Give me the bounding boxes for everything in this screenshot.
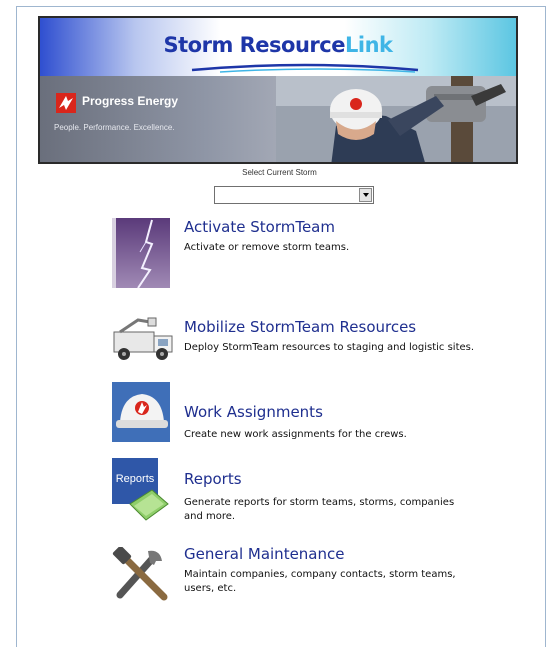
- banner-logo-strip: Storm ResourceLink: [40, 18, 516, 76]
- menu-title-reports[interactable]: Reports: [184, 470, 242, 488]
- menu-title-activate-stormteam[interactable]: Activate StormTeam: [184, 218, 335, 236]
- bucket-truck-icon: [113, 317, 173, 360]
- company-tagline: People. Performance. Excellence.: [54, 123, 175, 132]
- menu-desc-mobilize-resources: Deploy StormTeam resources to staging an…: [184, 342, 475, 353]
- menu-title-general-maintenance[interactable]: General Maintenance: [184, 545, 344, 563]
- company-name: Progress Energy: [82, 94, 179, 108]
- lineman-photo-icon: [276, 76, 516, 162]
- menu-title-work-assignments[interactable]: Work Assignments: [184, 403, 323, 421]
- storm-select-dropdown[interactable]: [214, 186, 374, 204]
- menu-title-mobilize-resources[interactable]: Mobilize StormTeam Resources: [184, 318, 416, 336]
- logo-swoosh-icon: [191, 63, 419, 73]
- menu-item-reports[interactable]: Reports Reports Generate reports for sto…: [112, 458, 532, 530]
- progress-energy-logo-icon: [56, 93, 76, 113]
- app-name-part2: Link: [344, 33, 393, 57]
- tools-icon: [112, 547, 168, 601]
- app-logo-title: Storm ResourceLink: [40, 33, 516, 57]
- storm-select-label: Select Current Storm: [242, 168, 317, 177]
- app-name-part1: Storm Resource: [163, 33, 346, 57]
- menu-desc-work-assignments: Create new work assignments for the crew…: [184, 429, 407, 440]
- banner-photo: Progress Energy People. Performance. Exc…: [40, 76, 516, 162]
- reports-icon: Reports: [112, 458, 169, 521]
- svg-text:Reports: Reports: [116, 473, 155, 485]
- menu-item-general-maintenance[interactable]: General Maintenance Maintain companies, …: [112, 545, 532, 615]
- hard-hat-icon: [112, 382, 170, 442]
- menu-item-work-assignments[interactable]: Work Assignments Create new work assignm…: [112, 382, 532, 448]
- menu-desc-general-maintenance: Maintain companies, company contacts, st…: [184, 569, 456, 594]
- menu-desc-reports: Generate reports for storm teams, storms…: [184, 497, 455, 522]
- lightning-icon: [112, 218, 170, 288]
- menu-item-mobilize-resources[interactable]: Mobilize StormTeam Resources Deploy Stor…: [112, 317, 532, 368]
- menu-item-activate-stormteam[interactable]: Activate StormTeam Activate or remove st…: [112, 218, 532, 292]
- menu-desc-activate-stormteam: Activate or remove storm teams.: [184, 242, 350, 253]
- chevron-down-icon[interactable]: [359, 188, 372, 202]
- header-banner: Storm ResourceLink Progress Energy Peopl…: [38, 16, 518, 164]
